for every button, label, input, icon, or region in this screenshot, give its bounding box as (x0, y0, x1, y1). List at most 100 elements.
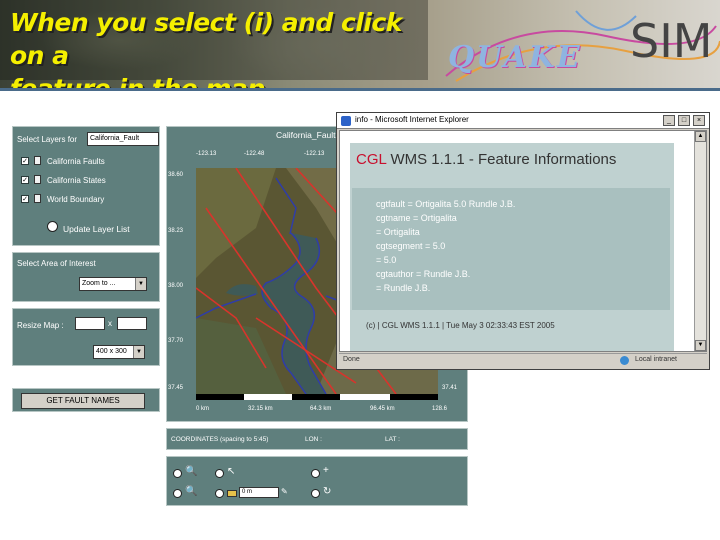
scroll-up-icon[interactable]: ▲ (695, 131, 706, 142)
refresh-icon: ↻ (323, 486, 332, 497)
update-layer-list-button[interactable]: Update Layer List (63, 224, 130, 234)
layer-checkbox-boundary[interactable]: ✓ (21, 195, 29, 203)
info-pointer-icon: ↖ (227, 466, 236, 477)
scale-label: 64.3 km (310, 406, 332, 412)
recenter-icon: + (323, 465, 329, 476)
measure-radio[interactable] (215, 489, 224, 498)
zoom-out-radio[interactable] (173, 489, 182, 498)
scale-label: 128.6 (432, 406, 448, 412)
logo-sim: SIM (630, 14, 713, 68)
slide-title: When you select (i) and click on a featu… (10, 6, 430, 90)
area-dropdown-value: Zoom to ... (82, 280, 116, 287)
layers-panel: Select Layers for California_Fault ✓ Cal… (12, 126, 160, 246)
vertical-scrollbar[interactable]: ▲ ▼ (694, 131, 706, 351)
left-tick-label: 37.45 (168, 385, 184, 391)
lat-label: LAT : (385, 436, 400, 443)
chevron-down-icon: ▼ (135, 278, 146, 290)
heading-brand: CGL (356, 151, 387, 168)
window-title: info - Microsoft Internet Explorer (355, 115, 469, 124)
header-divider (0, 88, 720, 91)
map-height-input[interactable] (117, 317, 147, 330)
slide-title-line-1: When you select (i) and click on a (10, 8, 402, 70)
layer-label-boundary: World Boundary (47, 195, 105, 204)
scale-bar (196, 394, 438, 400)
map-toolbar: 🔍 ↖ + 🔍 0 m ✎ ↻ (166, 456, 468, 506)
coordinates-label: COORDINATES (spacing to 5:45) (171, 436, 269, 443)
layers-label: Select Layers for (17, 135, 78, 144)
feature-info-heading: CGL WMS 1.1.1 - Feature Informations (356, 151, 616, 168)
left-tick-label: 38.00 (168, 283, 184, 289)
attribute-line: cgtauthor = Rundle J.B. (376, 269, 471, 279)
chevron-down-icon: ▼ (133, 346, 144, 358)
top-tick-label: -122.48 (244, 151, 265, 157)
feature-info-window: info - Microsoft Internet Explorer _ □ ×… (336, 112, 710, 370)
scale-label: 32.15 km (248, 406, 273, 412)
coordinates-bar: COORDINATES (spacing to 5:45) LON : LAT … (166, 428, 468, 450)
resize-label: Resize Map : (17, 321, 64, 330)
area-dropdown[interactable]: Zoom to ... ▼ (79, 277, 147, 291)
refresh-icon[interactable] (47, 221, 58, 232)
attribute-line: cgtfault = Ortigalita 5.0 Rundle J.B. (376, 199, 516, 209)
map-width-input[interactable] (75, 317, 105, 330)
map-title: California_Faults (276, 130, 340, 140)
left-tick-label: 37.70 (168, 338, 184, 344)
layer-set-dropdown[interactable]: California_Fault (87, 132, 159, 146)
layer-set-value: California_Fault (90, 135, 140, 142)
fault-names-panel: GET FAULT NAMES (12, 388, 160, 412)
map-size-value: 400 x 300 (96, 348, 127, 355)
recenter-radio[interactable] (311, 469, 320, 478)
scale-label: 96.45 km (370, 406, 395, 412)
status-bar: Done Local intranet (339, 353, 707, 367)
window-titlebar[interactable]: info - Microsoft Internet Explorer _ □ × (337, 113, 709, 129)
top-tick-label: -123.13 (196, 151, 217, 157)
scale-segment (196, 394, 244, 400)
area-label: Select Area of Interest (17, 259, 96, 268)
zoom-out-icon: 🔍 (185, 486, 198, 497)
zoom-in-radio[interactable] (173, 469, 182, 478)
globe-icon (620, 356, 629, 365)
scale-segment (292, 394, 340, 400)
logo-word: QUAKE (448, 40, 582, 75)
ruler-icon (227, 490, 237, 497)
right-tick-label: 37.41 (442, 385, 458, 391)
top-tick-label: -122.13 (304, 151, 325, 157)
pencil-icon[interactable]: ✎ (281, 487, 288, 497)
feature-info-footer: (c) | CGL WMS 1.1.1 | Tue May 3 02:33:43… (366, 321, 555, 330)
zoom-in-icon: 🔍 (185, 466, 198, 477)
layer-label-faults: California Faults (47, 157, 105, 166)
attribute-line: = Rundle J.B. (376, 283, 431, 293)
lon-label: LON : (305, 436, 322, 443)
resize-panel: Resize Map : x 400 x 300 ▼ (12, 308, 160, 366)
layer-checkbox-faults[interactable]: ✓ (21, 157, 29, 165)
header-banner: When you select (i) and click on a featu… (0, 0, 720, 90)
area-panel: Select Area of Interest Zoom to ... ▼ (12, 252, 160, 302)
attribute-line: cgtsegment = 5.0 (376, 241, 446, 251)
ie-icon (341, 116, 351, 126)
left-tick-label: 38.60 (168, 172, 184, 178)
scroll-down-icon[interactable]: ▼ (695, 340, 706, 351)
scale-segment (390, 394, 438, 400)
scale-label: 0 km (196, 406, 210, 412)
left-tick-label: 38.23 (168, 228, 184, 234)
layer-label-states: California States (47, 176, 106, 185)
status-text: Done (343, 356, 360, 363)
minimize-button[interactable]: _ (663, 115, 675, 126)
layer-document-icon (34, 156, 41, 165)
info-radio[interactable] (215, 469, 224, 478)
get-fault-names-button[interactable]: GET FAULT NAMES (21, 393, 145, 409)
layer-document-icon (34, 194, 41, 203)
layer-document-icon (34, 175, 41, 184)
layer-checkbox-states[interactable]: ✓ (21, 176, 29, 184)
pan-radio[interactable] (311, 489, 320, 498)
map-size-dropdown[interactable]: 400 x 300 ▼ (93, 345, 145, 359)
close-button[interactable]: × (693, 115, 705, 126)
attribute-line: = 5.0 (376, 255, 397, 265)
measure-distance-input[interactable]: 0 m (239, 487, 279, 498)
heading-text: WMS 1.1.1 - Feature Informations (390, 151, 617, 168)
attribute-line: = Ortigalita (376, 227, 420, 237)
size-separator: x (108, 319, 112, 328)
security-zone: Local intranet (634, 356, 677, 363)
attribute-line: cgtname = Ortigalita (376, 213, 457, 223)
window-content: CGL WMS 1.1.1 - Feature Informations cgt… (339, 130, 707, 352)
maximize-button[interactable]: □ (678, 115, 690, 126)
